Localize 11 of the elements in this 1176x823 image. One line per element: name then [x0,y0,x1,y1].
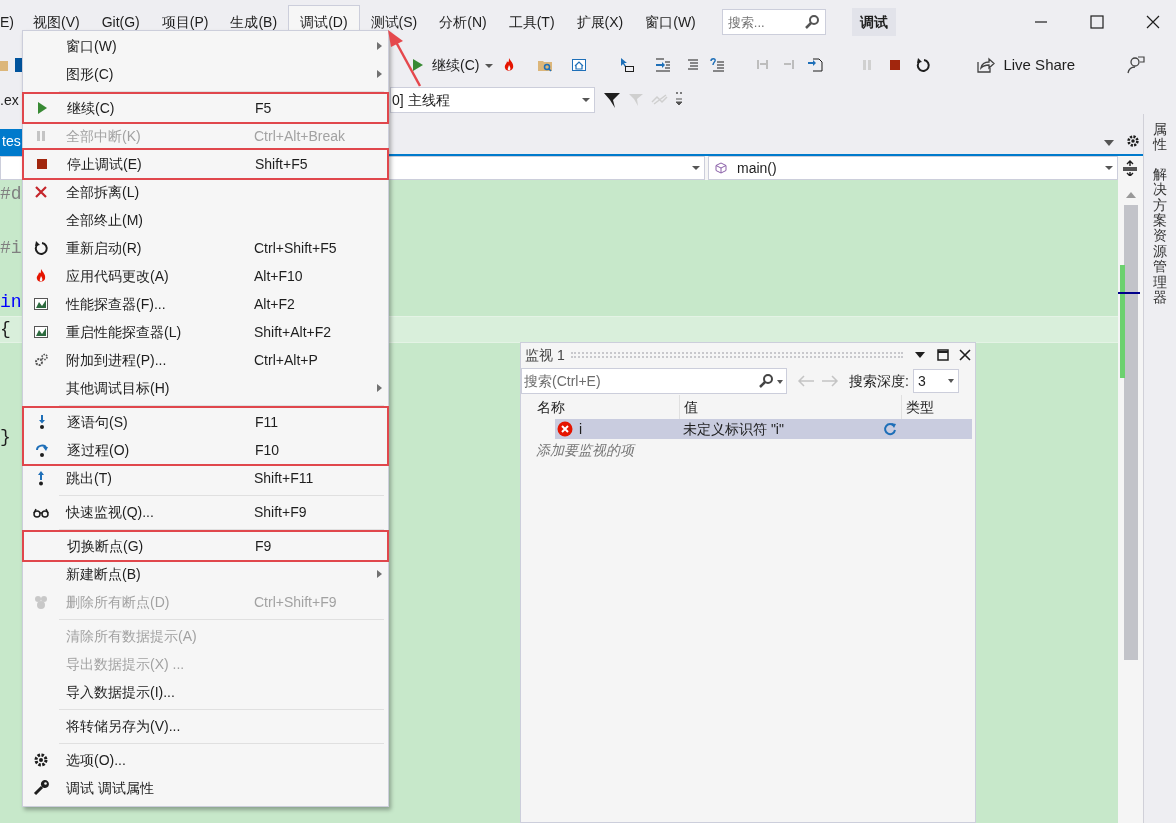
code-text: #d [0,183,22,206]
code-text: } [0,426,11,449]
value-text: 未定义标识符 "i" [683,419,784,439]
variable-name: i [579,419,583,439]
process-label: .ex [0,90,20,110]
code-text: { [0,318,11,341]
mode-badge: 调试 [851,8,896,36]
window-title: 监视 1 [525,345,565,365]
code-text: #i [0,237,22,260]
code-text: in [0,291,22,314]
depth-label: 搜索深度: [849,371,909,391]
